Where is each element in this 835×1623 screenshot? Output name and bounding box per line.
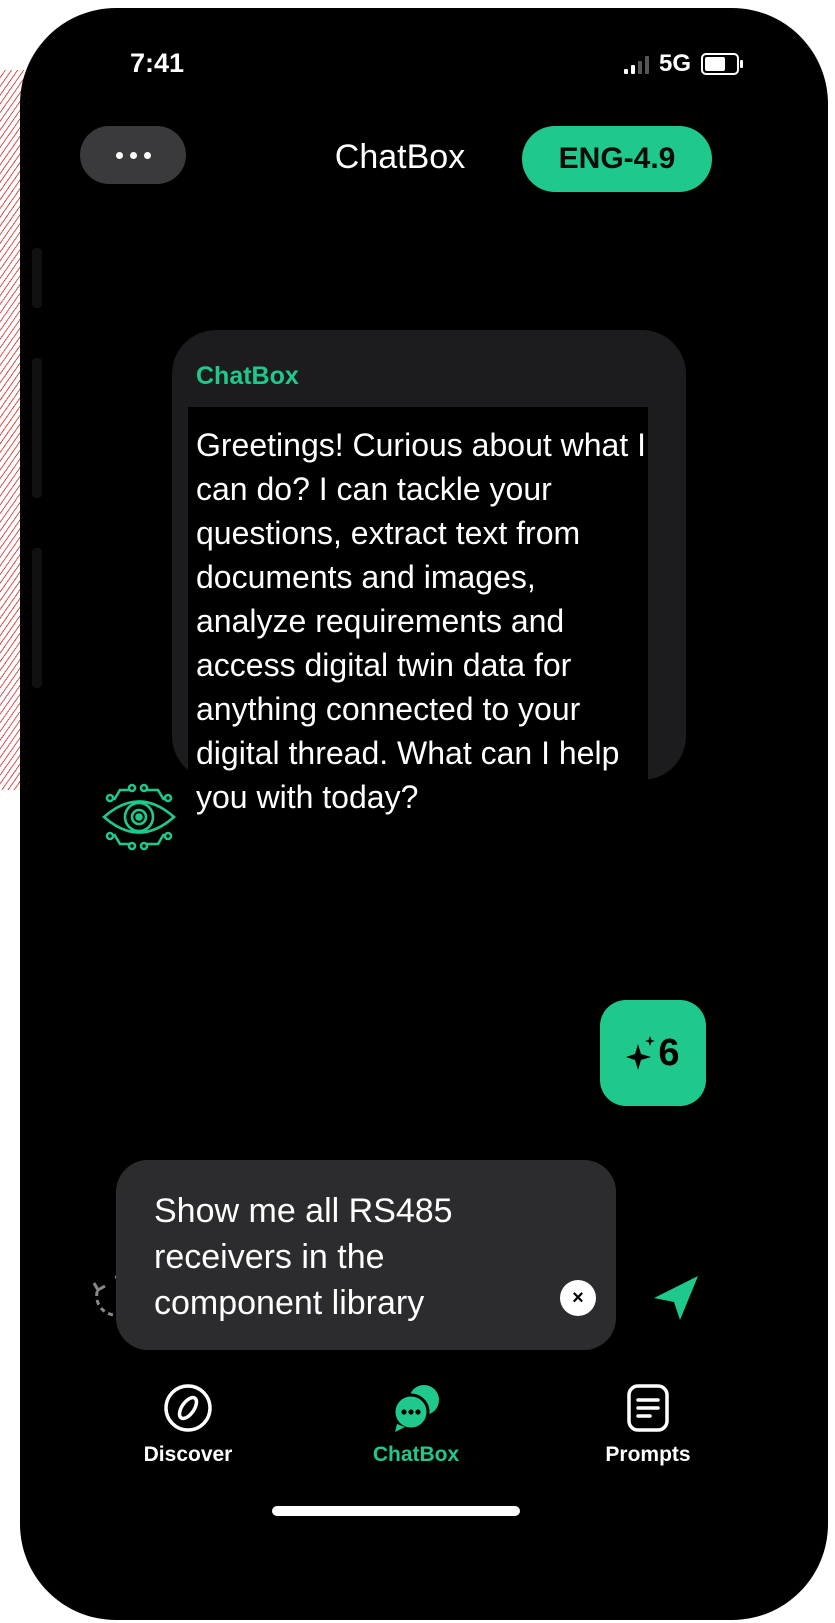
network-label: 5G	[658, 50, 691, 77]
clear-input-button[interactable]: ×	[560, 1280, 596, 1316]
battery-icon	[701, 53, 743, 75]
side-button	[32, 358, 42, 498]
tab-prompts[interactable]: Prompts	[578, 1382, 718, 1467]
tab-discover[interactable]: Discover	[118, 1382, 258, 1467]
credits-count: 6	[658, 1031, 680, 1074]
ellipsis-icon	[115, 151, 123, 159]
eye-circuit-icon	[102, 783, 176, 851]
sparkle-icon	[626, 1036, 656, 1070]
signal-icon	[623, 54, 649, 74]
close-icon: ×	[572, 1286, 584, 1309]
chat-bubbles-icon	[392, 1385, 439, 1432]
side-button	[32, 248, 42, 308]
document-icon	[627, 1384, 669, 1432]
compass-icon	[164, 1384, 212, 1432]
send-icon	[654, 1276, 698, 1320]
page-title: ChatBox	[334, 138, 466, 176]
tab-label: ChatBox	[372, 1443, 460, 1466]
status-time: 7:41	[130, 48, 185, 78]
message-text: Greetings! Curious about what I can do? …	[188, 407, 648, 819]
home-indicator[interactable]	[272, 1506, 520, 1516]
model-selector-button[interactable]: ENG-4.9	[522, 126, 712, 192]
more-options-button[interactable]	[80, 126, 186, 184]
side-button	[32, 548, 42, 688]
tab-chatbox[interactable]: ChatBox	[346, 1382, 486, 1467]
status-icons: 5G	[623, 50, 743, 78]
tab-label: Prompts	[605, 1443, 691, 1466]
message-sender: ChatBox	[196, 362, 299, 390]
credits-button[interactable]: 6	[600, 1000, 706, 1106]
message-input-text[interactable]: Show me all RS485 receivers in the compo…	[154, 1188, 534, 1326]
send-button[interactable]	[650, 1272, 702, 1324]
tab-label: Discover	[143, 1443, 233, 1466]
